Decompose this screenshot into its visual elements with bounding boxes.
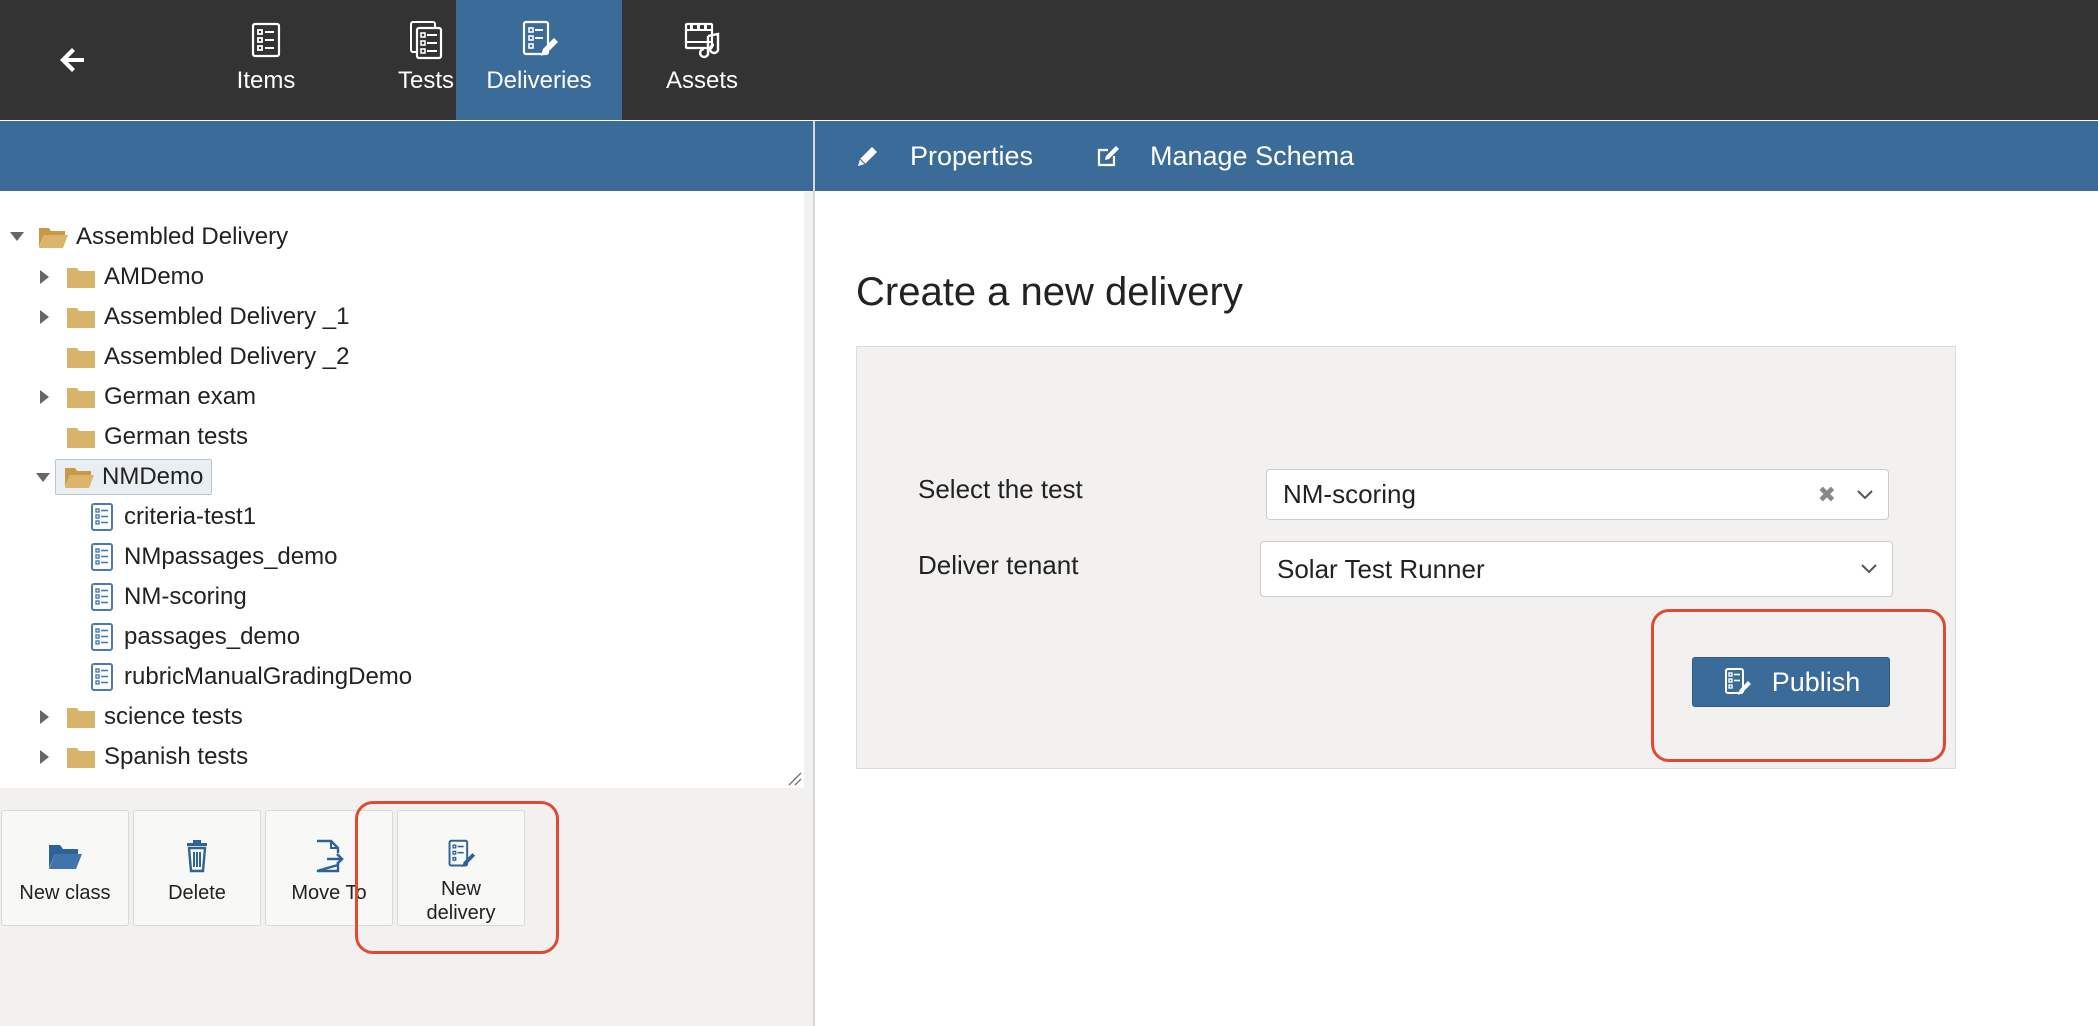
folder-icon bbox=[67, 308, 95, 328]
tree-item-amdemo[interactable]: AMDemo bbox=[40, 259, 204, 295]
deliveries-icon bbox=[1724, 668, 1751, 695]
tree-item-rubricmanualgradingdemo[interactable]: rubricManualGradingDemo bbox=[90, 659, 412, 695]
new-delivery-button[interactable]: New delivery bbox=[397, 810, 525, 926]
tree-item-label: Assembled Delivery _2 bbox=[104, 343, 350, 370]
tree-item-label: Assembled Delivery _1 bbox=[104, 303, 350, 330]
publish-label: Publish bbox=[1771, 666, 1861, 697]
tree-scrollbar[interactable] bbox=[804, 192, 813, 788]
top-navigation-bar: Items Tests Deliveries Assets bbox=[0, 0, 2098, 120]
move-to-button[interactable]: Move To bbox=[265, 810, 393, 926]
tree-item-label: NMDemo bbox=[102, 463, 204, 490]
folder-icon bbox=[67, 428, 95, 448]
tree-item-label: criteria-test1 bbox=[124, 503, 257, 530]
select-test-dropdown[interactable]: NM-scoring ✖ bbox=[1266, 469, 1889, 520]
left-panel-header bbox=[0, 121, 813, 191]
tree-item-label: science tests bbox=[104, 703, 243, 730]
delete-label: Delete bbox=[168, 882, 226, 904]
edit-square-icon bbox=[1097, 146, 1119, 167]
chevron-down-icon[interactable] bbox=[1856, 489, 1874, 501]
delivery-icon bbox=[91, 503, 113, 531]
deliver-tenant-label: Deliver tenant bbox=[918, 550, 1079, 580]
tab-manage-schema-label: Manage Schema bbox=[1150, 140, 1355, 171]
panel-divider bbox=[813, 121, 815, 1026]
resize-grip-icon[interactable] bbox=[786, 770, 802, 786]
delivery-tree: Assembled Delivery AMDemo Assembled Deli… bbox=[0, 192, 805, 788]
tests-icon bbox=[410, 21, 443, 60]
tree-item-label: German tests bbox=[104, 423, 249, 450]
folder-open-icon bbox=[39, 228, 68, 248]
folder-open-icon bbox=[49, 845, 82, 869]
select-test-value: NM-scoring bbox=[1283, 479, 1416, 509]
tab-items-label: Items bbox=[236, 67, 296, 94]
tree-item-label: rubricManualGradingDemo bbox=[124, 663, 413, 690]
deliver-tenant-value: Solar Test Runner bbox=[1277, 553, 1485, 584]
tree-item-label: AMDemo bbox=[104, 263, 205, 290]
back-arrow-icon[interactable] bbox=[54, 40, 94, 80]
deliver-tenant-select[interactable]: Solar Test Runner bbox=[1260, 541, 1893, 597]
deliveries-icon bbox=[522, 20, 558, 56]
tab-assets[interactable]: Assets bbox=[622, 0, 782, 120]
caret-right-icon[interactable] bbox=[40, 310, 50, 324]
caret-right-icon[interactable] bbox=[40, 710, 50, 724]
tab-manage-schema[interactable]: Manage Schema bbox=[1096, 121, 1354, 191]
new-delivery-label-line2: delivery bbox=[426, 902, 496, 924]
tree-item-label: NMpassages_demo bbox=[124, 543, 338, 570]
folder-icon bbox=[67, 348, 95, 368]
chevron-down-icon[interactable] bbox=[1860, 563, 1878, 575]
trash-icon bbox=[187, 840, 207, 873]
select-test-label: Select the test bbox=[918, 474, 1083, 504]
new-delivery-icon bbox=[448, 839, 476, 868]
delivery-icon bbox=[91, 663, 113, 691]
new-class-button[interactable]: New class bbox=[1, 810, 129, 926]
delivery-icon bbox=[91, 543, 113, 571]
tree-item-nmpassages-demo[interactable]: NMpassages_demo bbox=[90, 539, 337, 575]
tree-item-assembled-delivery-2[interactable]: Assembled Delivery _2 bbox=[66, 339, 349, 375]
tree-item-label: passages_demo bbox=[124, 623, 301, 650]
new-delivery-label-line1: New bbox=[440, 878, 481, 900]
tab-deliveries[interactable]: Deliveries bbox=[456, 0, 622, 120]
tree-item-criteria-test1[interactable]: criteria-test1 bbox=[90, 499, 256, 535]
folder-icon bbox=[67, 748, 95, 768]
tree-item-passages-demo[interactable]: passages_demo bbox=[90, 619, 300, 655]
move-to-label: Move To bbox=[291, 882, 367, 904]
caret-down-icon[interactable] bbox=[36, 473, 50, 483]
folder-icon bbox=[67, 268, 95, 288]
tree-item-assembled-delivery-1[interactable]: Assembled Delivery _1 bbox=[40, 299, 349, 335]
tree-item-label: NM-scoring bbox=[124, 583, 247, 610]
items-icon bbox=[251, 22, 281, 58]
publish-button[interactable]: Publish bbox=[1692, 657, 1890, 707]
tab-tests-label: Tests bbox=[397, 67, 454, 94]
pencil-icon bbox=[858, 147, 877, 166]
tree-item-science-tests[interactable]: science tests bbox=[40, 699, 243, 735]
caret-right-icon[interactable] bbox=[40, 750, 50, 764]
tree-item-german-tests[interactable]: German tests bbox=[66, 419, 248, 455]
tree-item-nmdemo[interactable]: NMDemo bbox=[55, 459, 213, 495]
caret-down-icon[interactable] bbox=[10, 232, 24, 242]
tab-assets-label: Assets bbox=[665, 67, 739, 94]
move-to-icon bbox=[316, 839, 344, 873]
assets-icon bbox=[684, 22, 720, 59]
tab-properties[interactable]: Properties bbox=[856, 121, 1033, 191]
delete-button[interactable]: Delete bbox=[133, 810, 261, 926]
tree-root-label: Assembled Delivery bbox=[76, 223, 289, 250]
folder-open-icon bbox=[65, 468, 94, 488]
folder-icon bbox=[67, 388, 95, 408]
tree-item-spanish-tests[interactable]: Spanish tests bbox=[40, 739, 248, 775]
clear-selection-icon[interactable]: ✖ bbox=[1818, 482, 1836, 508]
delivery-icon bbox=[91, 583, 113, 611]
tree-root[interactable]: Assembled Delivery bbox=[10, 219, 288, 255]
delivery-icon bbox=[91, 623, 113, 651]
new-class-label: New class bbox=[19, 882, 111, 904]
tree-item-label: German exam bbox=[104, 383, 257, 410]
tab-properties-label: Properties bbox=[910, 140, 1034, 171]
caret-right-icon[interactable] bbox=[40, 270, 50, 284]
tree-item-nm-scoring[interactable]: NM-scoring bbox=[90, 579, 247, 615]
page-title: Create a new delivery bbox=[856, 270, 1243, 314]
folder-icon bbox=[67, 708, 95, 728]
tab-items[interactable]: Items bbox=[176, 0, 356, 120]
caret-right-icon[interactable] bbox=[40, 390, 50, 404]
tab-deliveries-label: Deliveries bbox=[486, 67, 592, 94]
tree-item-label: Spanish tests bbox=[104, 743, 249, 770]
tree-item-german-exam[interactable]: German exam bbox=[40, 379, 256, 415]
